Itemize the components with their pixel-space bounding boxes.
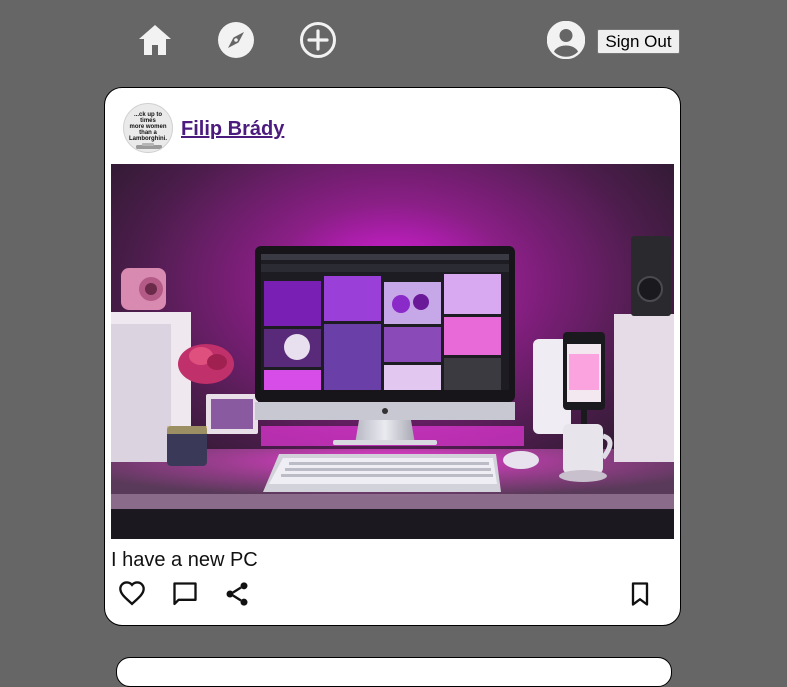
home-icon[interactable] (136, 21, 174, 59)
avatar[interactable]: ...ck up to times more women than a Lamb… (123, 103, 173, 153)
add-circle-icon[interactable] (299, 21, 337, 59)
compass-icon[interactable] (217, 21, 255, 59)
account-circle-icon[interactable] (547, 21, 585, 59)
bookmark-icon[interactable] (626, 580, 654, 608)
post-card: ...ck up to times more women than a Lamb… (104, 87, 681, 626)
author-link[interactable]: Filip Brády (181, 118, 284, 141)
post-photo (111, 164, 674, 539)
post-caption: I have a new PC (111, 549, 258, 571)
car-image (136, 143, 162, 149)
top-navigation: Sign Out (0, 0, 787, 82)
heart-icon[interactable] (118, 580, 146, 608)
share-icon[interactable] (223, 580, 251, 608)
sign-out-button[interactable]: Sign Out (597, 29, 680, 54)
avatar-text-line: Lamborghini. (129, 136, 167, 142)
comment-icon[interactable] (171, 580, 199, 608)
